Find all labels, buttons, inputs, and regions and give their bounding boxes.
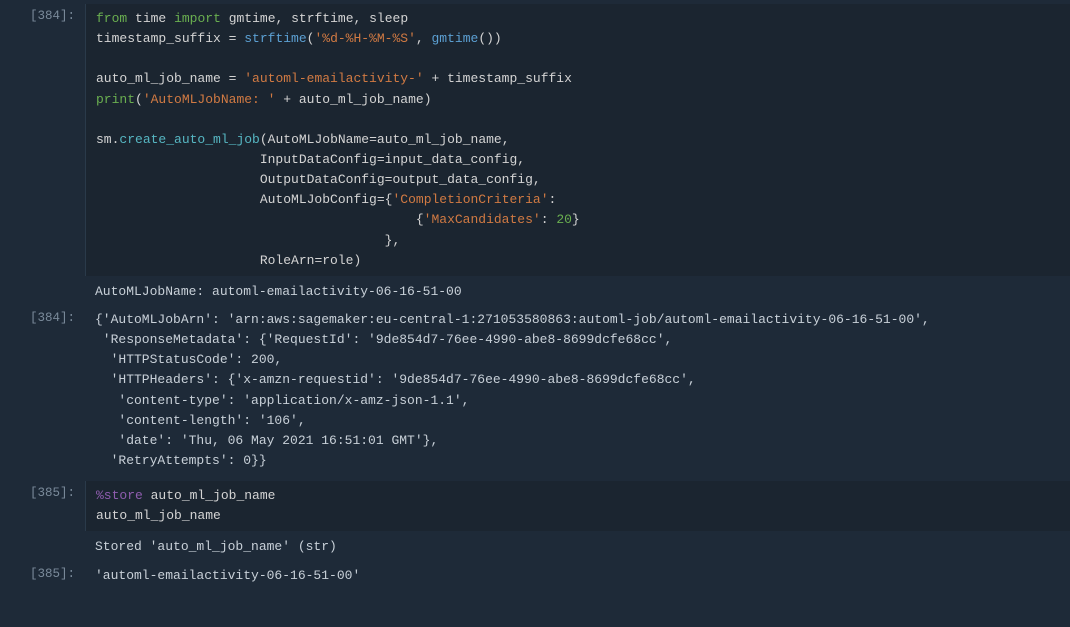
space [143, 488, 151, 503]
fn-call: gmtime [432, 31, 479, 46]
brace: { [416, 212, 424, 227]
dict-key: 'CompletionCriteria' [392, 192, 548, 207]
comma: , [416, 31, 432, 46]
brace: }, [385, 233, 401, 248]
op-eq: = [377, 152, 385, 167]
pad [96, 233, 385, 248]
colon: : [541, 212, 557, 227]
keyword-import: import [174, 11, 221, 26]
notebook: [384]: from time import gmtime, strftime… [0, 0, 1070, 594]
brace: } [572, 212, 580, 227]
value: input_data_config, [385, 152, 525, 167]
paren: ) [353, 253, 361, 268]
input-prompt: [384]: [0, 4, 85, 28]
pad [96, 253, 260, 268]
cell-384-output-row: [384]: {'AutoMLJobArn': 'arn:aws:sagemak… [0, 306, 1070, 475]
paren: ( [260, 132, 268, 147]
string: 'automl-emailactivity-' [244, 71, 423, 86]
op-eq: = [221, 71, 244, 86]
number: 20 [556, 212, 572, 227]
empty-prompt [0, 278, 85, 288]
fn-call: strftime [244, 31, 306, 46]
paren: ( [135, 92, 143, 107]
param: AutoMLJobConfig [260, 192, 377, 207]
var: timestamp_suffix [447, 71, 572, 86]
keyword-from: from [96, 11, 127, 26]
import-names: gmtime, strftime, sleep [229, 11, 408, 26]
empty-prompt [0, 533, 85, 543]
cell-384-input-row: [384]: from time import gmtime, strftime… [0, 4, 1070, 278]
param: OutputDataConfig [260, 172, 385, 187]
module-name: time [135, 11, 166, 26]
stream-output: Stored 'auto_ml_job_name' (str) [85, 533, 1070, 561]
colon: : [549, 192, 557, 207]
cell-384-stream-row: AutoMLJobName: automl-emailactivity-06-1… [0, 278, 1070, 306]
value: auto_ml_job_name, [377, 132, 510, 147]
pad [96, 192, 260, 207]
pad [96, 152, 260, 167]
op-plus: + [275, 92, 298, 107]
param: AutoMLJobName [268, 132, 369, 147]
var: auto_ml_job_name [96, 508, 221, 523]
op-eq: = [221, 31, 244, 46]
param: RoleArn [260, 253, 315, 268]
var: timestamp_suffix [96, 31, 221, 46]
cell-385-output-row: [385]: 'automl-emailactivity-06-16-51-00… [0, 562, 1070, 590]
op-eq: = [369, 132, 377, 147]
var: auto_ml_job_name [299, 92, 424, 107]
method: create_auto_ml_job [119, 132, 259, 147]
value: role [322, 253, 353, 268]
op-eq: = [377, 192, 385, 207]
op-plus: + [424, 71, 447, 86]
cell-385-input-row: [385]: %store auto_ml_job_name auto_ml_j… [0, 481, 1070, 533]
string: 'AutoMLJobName: ' [143, 92, 276, 107]
string: '%d-%H-%M-%S' [314, 31, 415, 46]
paren: () [478, 31, 494, 46]
input-prompt: [385]: [0, 481, 85, 505]
value: output_data_config, [392, 172, 540, 187]
execute-result: {'AutoMLJobArn': 'arn:aws:sagemaker:eu-c… [85, 306, 1070, 475]
dict-key: 'MaxCandidates' [424, 212, 541, 227]
var: auto_ml_job_name [96, 71, 221, 86]
paren: ) [424, 92, 432, 107]
paren: ) [494, 31, 502, 46]
var: auto_ml_job_name [151, 488, 276, 503]
code-cell[interactable]: from time import gmtime, strftime, sleep… [85, 4, 1070, 276]
output-prompt: [384]: [0, 306, 85, 330]
param: InputDataConfig [260, 152, 377, 167]
execute-result: 'automl-emailactivity-06-16-51-00' [85, 562, 1070, 590]
magic-cmd: %store [96, 488, 143, 503]
output-prompt: [385]: [0, 562, 85, 586]
code-cell[interactable]: %store auto_ml_job_name auto_ml_job_name [85, 481, 1070, 531]
fn-print: print [96, 92, 135, 107]
obj: sm [96, 132, 112, 147]
stream-output: AutoMLJobName: automl-emailactivity-06-1… [85, 278, 1070, 306]
pad [96, 172, 260, 187]
cell-385-stream-row: Stored 'auto_ml_job_name' (str) [0, 533, 1070, 561]
pad [96, 212, 416, 227]
